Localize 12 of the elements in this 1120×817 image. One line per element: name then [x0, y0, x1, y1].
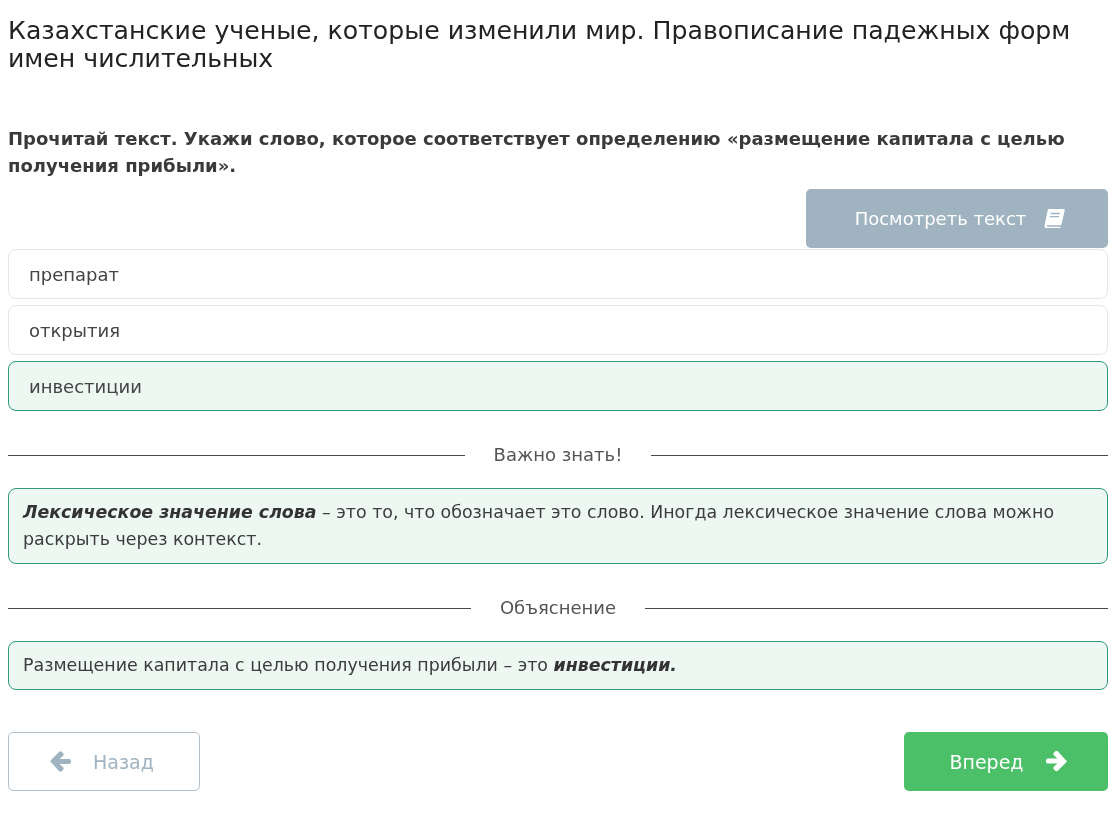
answer-option[interactable]: инвестиции — [8, 361, 1108, 411]
arrow-left-icon — [50, 751, 72, 772]
task-instruction: Прочитай текст. Укажи слово, которое соответствует определению «размещение капитала с целью получения прибыли». — [8, 127, 1066, 178]
note-text: Размещение капитала с целью получения прибыли – это инвестиции. — [23, 654, 678, 677]
note-text: Лексическое значение слова – это то, что обозначает это слово. Иногда лексическое значение слова можно раскрыть через контекст. — [23, 501, 1056, 551]
answer-option[interactable]: препарат — [8, 249, 1108, 299]
page-title: Казахстанские ученые, которые изменили мир. Правописание падежных форм имен числительных — [8, 17, 1072, 73]
arrow-right-icon — [1045, 751, 1067, 772]
section-heading: Важно знать! — [492, 443, 624, 467]
answer-option[interactable]: открытия — [8, 305, 1108, 355]
book-icon — [1044, 209, 1066, 228]
section-heading: Объяснение — [498, 596, 618, 620]
